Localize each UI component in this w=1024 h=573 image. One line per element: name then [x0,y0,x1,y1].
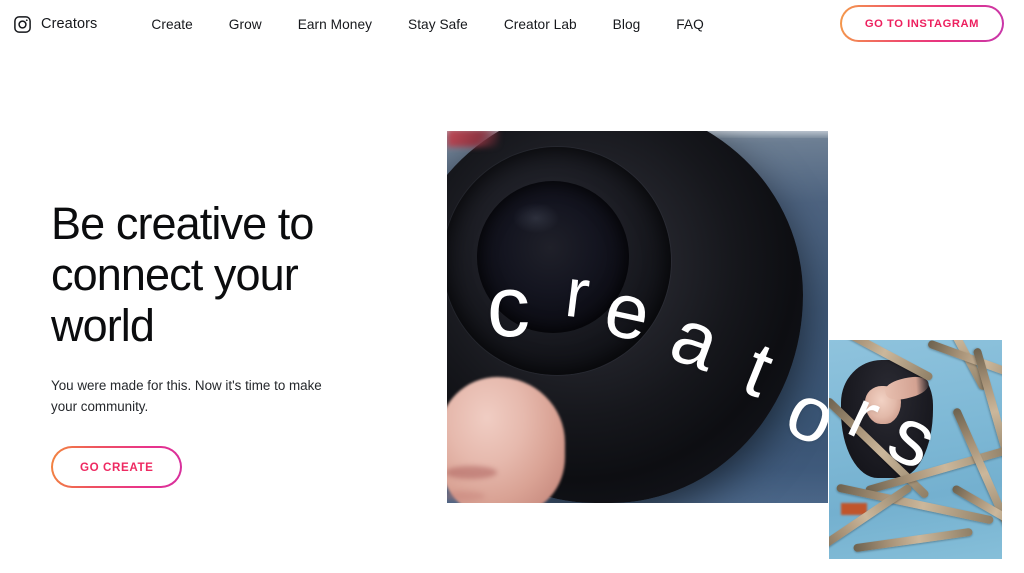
go-to-instagram-button-inner: GO TO INSTAGRAM [841,7,1002,40]
nav-item-earn-money[interactable]: Earn Money [298,13,372,36]
go-create-button-inner: GO CREATE [53,448,181,486]
go-create-label: GO CREATE [80,461,154,474]
brand-logo-link[interactable]: Creators [13,15,97,34]
nav-item-create[interactable]: Create [151,13,192,36]
nav-item-stay-safe[interactable]: Stay Safe [408,13,468,36]
nav-item-faq[interactable]: FAQ [676,13,704,36]
nav-item-blog[interactable]: Blog [613,13,641,36]
page-title: Be creative to connect your world [51,198,314,351]
go-create-button[interactable]: GO CREATE [51,446,183,488]
top-navigation-bar: Creators Create Grow Earn Money Stay Saf… [0,0,1024,48]
hero-subtitle: You were made for this. Now it's time to… [51,378,322,414]
page-root: Creators Create Grow Earn Money Stay Saf… [0,0,1024,573]
lens-inner-ring [477,181,629,333]
nav-item-grow[interactable]: Grow [229,13,262,36]
go-to-instagram-label: GO TO INSTAGRAM [864,17,979,30]
hero-text-block: Be creative to connect your world You we… [51,198,403,488]
camera-lens-photo[interactable] [447,131,828,503]
red-highlight [447,131,499,147]
go-to-instagram-button[interactable]: GO TO INSTAGRAM [839,5,1004,42]
nav-item-creator-lab[interactable]: Creator Lab [504,13,577,36]
primary-nav-links: Create Grow Earn Money Stay Safe Creator… [151,13,703,36]
brand-label: Creators [41,16,98,32]
lens-glint [513,203,559,233]
face-lip-upper [447,466,497,479]
rope-net-photo[interactable] [829,340,1002,559]
instagram-camera-icon [13,15,32,34]
face-lip-lower [447,491,485,501]
